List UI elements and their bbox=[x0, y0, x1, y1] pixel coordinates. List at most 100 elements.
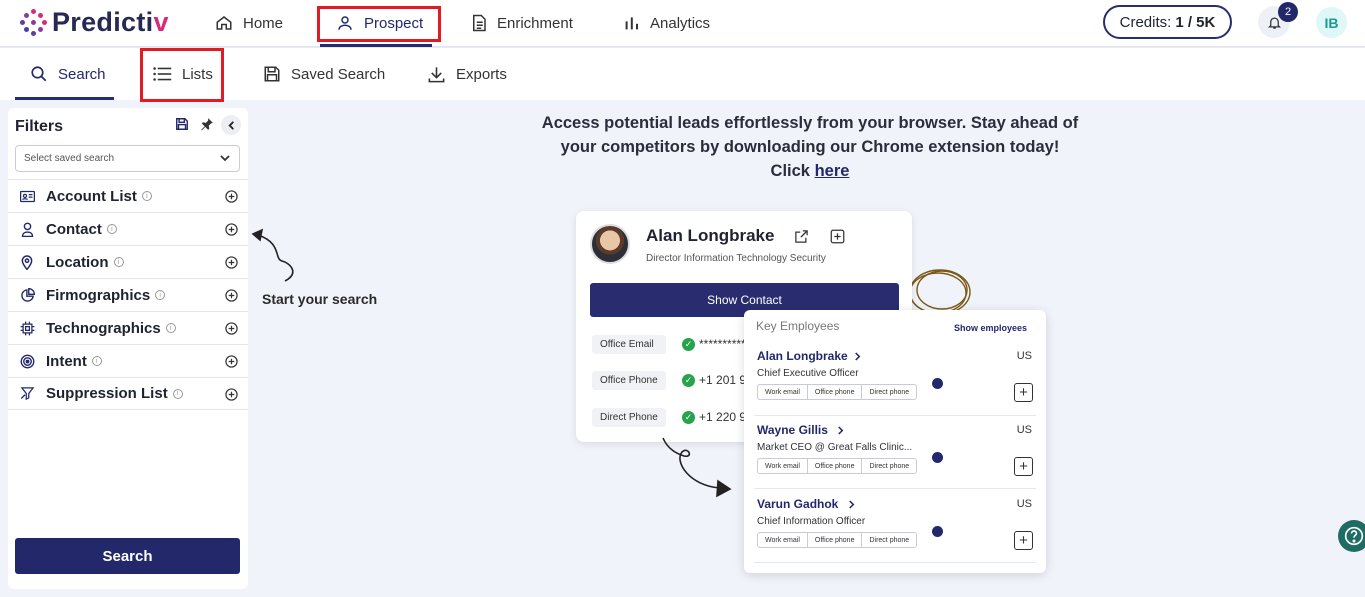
filters-title: Filters bbox=[15, 118, 64, 135]
plus-circle-icon[interactable] bbox=[225, 388, 238, 401]
check-icon: ✓ bbox=[682, 337, 695, 351]
plus-circle-icon[interactable] bbox=[225, 256, 238, 269]
pin-filter-button[interactable] bbox=[200, 117, 214, 131]
top-navbar: Predictiv Home Prospect Enrichment Analy… bbox=[0, 0, 1365, 47]
help-icon bbox=[1344, 526, 1364, 546]
search-icon bbox=[31, 66, 47, 82]
nav-home[interactable]: Home bbox=[215, 8, 283, 38]
filter-firmographics[interactable]: Firmographics i bbox=[8, 278, 248, 311]
filter-account-list[interactable]: Account List i bbox=[8, 179, 248, 212]
chevron-right-icon bbox=[838, 426, 844, 435]
plus-circle-icon[interactable] bbox=[225, 289, 238, 302]
search-active-indicator bbox=[15, 97, 114, 100]
external-link-icon[interactable] bbox=[794, 229, 809, 244]
employee-name[interactable]: Alan Longbrake bbox=[757, 349, 848, 363]
plus-circle-icon[interactable] bbox=[225, 322, 238, 335]
user-avatar[interactable]: IB bbox=[1316, 7, 1347, 38]
check-icon: ✓ bbox=[682, 373, 695, 387]
prospect-highlight-box bbox=[317, 6, 441, 42]
start-search-hint: Start your search bbox=[262, 291, 378, 307]
info-icon: i bbox=[141, 191, 152, 201]
add-square-icon[interactable] bbox=[830, 229, 845, 244]
filters-panel: Filters Select saved search Account List… bbox=[8, 108, 248, 589]
lock-icon bbox=[932, 452, 943, 463]
save-icon bbox=[176, 118, 188, 130]
logo-mark-icon bbox=[20, 8, 48, 37]
contact-type-pills: Work email Office phone Direct phone bbox=[757, 532, 918, 548]
prospect-active-indicator bbox=[320, 44, 432, 47]
filter-intent[interactable]: Intent i bbox=[8, 344, 248, 377]
target-icon bbox=[20, 354, 34, 368]
tab-exports[interactable]: Exports bbox=[427, 62, 507, 86]
contact-row-office-email: Office Email ✓ *********** bbox=[592, 334, 750, 354]
save-icon bbox=[264, 66, 280, 82]
funnel-icon bbox=[20, 387, 34, 401]
chevron-right-icon bbox=[849, 500, 855, 509]
curved-arrow-icon bbox=[662, 437, 732, 498]
chevron-down-icon bbox=[220, 155, 230, 162]
logo[interactable]: Predictiv bbox=[20, 7, 169, 38]
lock-icon bbox=[932, 378, 943, 389]
chevron-right-icon bbox=[855, 352, 861, 361]
nav-enrichment[interactable]: Enrichment bbox=[471, 8, 573, 38]
filter-location[interactable]: Location i bbox=[8, 245, 248, 278]
saved-search-select[interactable]: Select saved search bbox=[15, 145, 240, 172]
lock-icon bbox=[932, 526, 943, 537]
contact-row-direct-phone: Direct Phone ✓ +1 220 9 bbox=[592, 407, 746, 427]
chrome-extension-promo: Access potential leads effortlessly from… bbox=[541, 114, 1079, 180]
pie-chart-icon bbox=[20, 287, 35, 302]
help-button[interactable] bbox=[1338, 520, 1365, 552]
chip-icon bbox=[20, 321, 34, 335]
contact-type-pills: Work email Office phone Direct phone bbox=[757, 458, 918, 474]
lists-highlight-box bbox=[140, 48, 224, 102]
document-icon bbox=[473, 14, 486, 32]
add-employee-button[interactable]: + bbox=[1014, 383, 1033, 402]
info-icon: i bbox=[165, 323, 176, 333]
contact-row-office-phone: Office Phone ✓ +1 201 9 bbox=[592, 370, 746, 390]
collapse-filters-button[interactable] bbox=[221, 115, 241, 135]
plus-circle-icon[interactable] bbox=[225, 223, 238, 236]
info-icon: i bbox=[106, 224, 117, 234]
filter-contact[interactable]: Contact i bbox=[8, 212, 248, 245]
plus-circle-icon[interactable] bbox=[225, 190, 238, 203]
employee-name[interactable]: Varun Gadhok bbox=[757, 497, 838, 511]
tab-search[interactable]: Search bbox=[30, 62, 106, 86]
contact-avatar bbox=[590, 224, 630, 264]
download-icon bbox=[428, 66, 445, 82]
extension-link[interactable]: here bbox=[815, 162, 850, 180]
info-icon: i bbox=[113, 257, 124, 267]
filter-technographics[interactable]: Technographics i bbox=[8, 311, 248, 344]
pin-icon bbox=[201, 118, 213, 131]
tab-saved-search[interactable]: Saved Search bbox=[263, 62, 385, 86]
add-employee-button[interactable]: + bbox=[1014, 457, 1033, 476]
plus-circle-icon[interactable] bbox=[225, 355, 238, 368]
map-pin-icon bbox=[21, 255, 33, 270]
employee-name[interactable]: Wayne Gillis bbox=[757, 423, 828, 437]
contact-title: Director Information Technology Security bbox=[646, 253, 826, 264]
bar-chart-icon bbox=[625, 17, 638, 30]
show-employees-link[interactable]: Show employees bbox=[954, 323, 1027, 333]
contact-type-pills: Work email Office phone Direct phone bbox=[757, 384, 918, 400]
save-filter-button[interactable] bbox=[175, 117, 189, 131]
nav-analytics[interactable]: Analytics bbox=[624, 8, 710, 38]
chevron-left-icon bbox=[227, 120, 234, 130]
add-employee-button[interactable]: + bbox=[1014, 531, 1033, 550]
logo-text: Predictiv bbox=[52, 7, 169, 37]
filter-suppression-list[interactable]: Suppression List i bbox=[8, 377, 248, 410]
credits-pill[interactable]: Credits: 1 / 5K bbox=[1103, 5, 1232, 39]
check-icon: ✓ bbox=[682, 410, 695, 424]
info-icon: i bbox=[91, 356, 102, 366]
id-card-icon bbox=[19, 190, 35, 202]
divider bbox=[754, 415, 1036, 416]
decorative-scribble bbox=[909, 269, 971, 315]
key-employees-card: Key Employees Show employees Alan Longbr… bbox=[744, 310, 1046, 573]
info-icon: i bbox=[155, 290, 166, 300]
search-button[interactable]: Search bbox=[15, 538, 240, 574]
info-icon: i bbox=[172, 388, 183, 399]
curved-arrow-icon bbox=[251, 228, 294, 282]
divider bbox=[754, 488, 1036, 489]
divider bbox=[754, 562, 1036, 563]
notification-badge: 2 bbox=[1278, 2, 1298, 22]
key-employees-heading: Key Employees bbox=[756, 319, 840, 333]
home-icon bbox=[216, 16, 232, 30]
